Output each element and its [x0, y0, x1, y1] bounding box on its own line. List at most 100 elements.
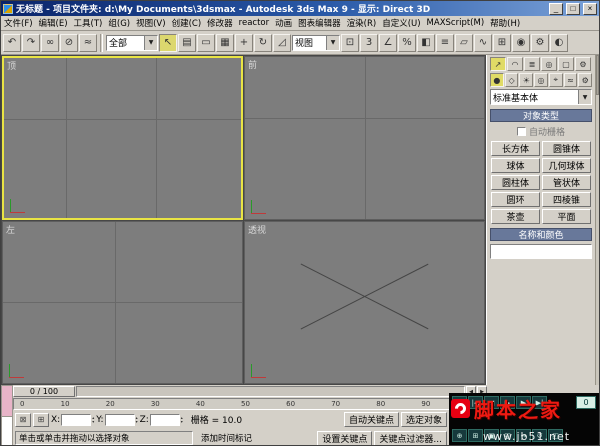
menu-item[interactable]: 文件(F) — [1, 17, 36, 29]
select-object-icon[interactable]: ↖ — [159, 33, 177, 52]
material-editor-icon[interactable]: ◉ — [512, 33, 530, 52]
autogrid-checkbox-row[interactable]: 自动栅格 — [490, 125, 592, 138]
zoom-button[interactable]: ⊕ — [452, 429, 467, 442]
time-slider-track[interactable] — [76, 386, 465, 397]
mirror-icon[interactable]: ◧ — [417, 33, 435, 52]
menu-item[interactable]: 自定义(U) — [379, 17, 423, 29]
category-systems[interactable]: ⚙ — [578, 73, 593, 87]
object-category-dropdown[interactable]: 标准基本体 ▼ — [490, 89, 592, 105]
category-shapes[interactable]: ◇ — [504, 73, 519, 87]
select-and-move-icon[interactable]: + — [235, 33, 253, 52]
object-type-button[interactable]: 几何球体 — [542, 158, 591, 173]
key-mode-toggle-button[interactable]: ◆ — [452, 396, 467, 409]
track-bar[interactable]: 0102030405060708090100 — [13, 398, 487, 410]
y-coordinate-field[interactable] — [104, 413, 135, 426]
viewport-label[interactable]: 左 — [6, 223, 15, 236]
dropdown-arrow-icon[interactable]: ▼ — [326, 35, 339, 50]
object-type-button[interactable]: 球体 — [491, 158, 540, 173]
tab-motion[interactable]: ◎ — [541, 57, 557, 71]
use-pivot-center-icon[interactable]: ⊡ — [341, 33, 359, 52]
window-crossing-icon[interactable]: ▦ — [216, 33, 234, 52]
category-cameras[interactable]: ◎ — [534, 73, 548, 87]
viewport-perspective[interactable]: 透视 — [244, 220, 485, 384]
panel-scrollbar-thumb[interactable] — [596, 55, 599, 95]
quick-render-icon[interactable]: ◐ — [550, 33, 568, 52]
time-slider[interactable]: 0 / 100 — [13, 386, 75, 397]
app-icon[interactable] — [3, 3, 13, 14]
object-type-button[interactable]: 平面 — [542, 209, 591, 224]
menu-item[interactable]: MAXScript(M) — [424, 18, 488, 28]
autogrid-checkbox[interactable] — [516, 127, 526, 136]
tab-create[interactable]: ↗ — [490, 57, 506, 71]
object-type-button[interactable]: 长方体 — [491, 141, 540, 156]
viewport-label[interactable]: 前 — [248, 58, 257, 71]
tab-display[interactable]: ▢ — [558, 57, 574, 71]
tab-hierarchy[interactable]: ≣ — [524, 57, 540, 71]
object-type-button[interactable]: 茶壶 — [491, 209, 540, 224]
go-to-end-button[interactable]: ▶| — [532, 396, 547, 409]
zoom-all-button[interactable]: ⊞ — [468, 429, 483, 442]
category-geometry[interactable]: ● — [490, 73, 504, 87]
selection-filter-dropdown[interactable]: 全部 ▼ — [106, 34, 158, 51]
select-by-name-icon[interactable]: ▤ — [178, 33, 196, 52]
previous-frame-button[interactable]: ◀ — [484, 396, 499, 409]
macro-recorder-pane[interactable] — [1, 385, 13, 417]
maximize-viewport-toggle[interactable]: ◰ — [548, 429, 563, 442]
layer-manager-icon[interactable]: ▱ — [455, 33, 473, 52]
menu-item[interactable]: 组(G) — [105, 17, 133, 29]
percent-snap-icon[interactable]: % — [398, 33, 416, 52]
viewport-label[interactable]: 顶 — [7, 59, 16, 72]
schematic-view-icon[interactable]: ⊞ — [493, 33, 511, 52]
current-frame-field[interactable]: 0 — [576, 396, 596, 409]
panel-scrollbar[interactable] — [595, 55, 599, 385]
maxscript-mini-listener[interactable] — [1, 385, 13, 445]
object-type-button[interactable]: 管状体 — [542, 175, 591, 190]
z-coordinate-field[interactable] — [149, 413, 180, 426]
z-spinner[interactable]: ▴ ▾ — [181, 415, 183, 424]
minimize-button[interactable]: _ — [549, 2, 563, 15]
viewport-label[interactable]: 透视 — [248, 223, 266, 236]
maximize-button[interactable]: □ — [566, 2, 580, 15]
next-frame-button[interactable]: ▶ — [516, 396, 531, 409]
dropdown-arrow-icon[interactable]: ▼ — [578, 90, 591, 104]
dropdown-arrow-icon[interactable]: ▼ — [144, 35, 157, 50]
zoom-extents-button[interactable]: ▣ — [484, 429, 499, 442]
rollout-name-color[interactable]: 名称和颜色 — [490, 228, 592, 241]
object-type-button[interactable]: 四棱锥 — [542, 192, 591, 207]
key-filters-button[interactable]: 关键点过滤器... — [374, 430, 447, 445]
category-lights[interactable]: ☀ — [519, 73, 534, 87]
zoom-extents-all-button[interactable]: ◱ — [500, 429, 515, 442]
play-button[interactable]: ▶ — [500, 396, 515, 409]
x-spinner[interactable]: ▴ ▾ — [92, 415, 94, 424]
select-and-link-icon[interactable]: ∞ — [41, 33, 59, 52]
x-coordinate-field[interactable] — [61, 413, 92, 426]
viewport-top[interactable]: 顶 — [2, 56, 243, 220]
curve-editor-icon[interactable]: ∿ — [474, 33, 492, 52]
menu-item[interactable]: 修改器 — [204, 17, 236, 29]
menu-item[interactable]: 动画 — [272, 17, 295, 29]
reference-coordsys-dropdown[interactable]: 视图 ▼ — [292, 34, 340, 51]
menu-item[interactable]: 渲染(R) — [344, 17, 380, 29]
menu-item[interactable]: 帮助(H) — [487, 17, 523, 29]
rectangular-selection-region-icon[interactable]: ▭ — [197, 33, 215, 52]
menu-item[interactable]: reactor — [236, 18, 272, 28]
align-icon[interactable]: ≡ — [436, 33, 454, 52]
menu-item[interactable]: 视图(V) — [133, 17, 168, 29]
selection-lock-toggle[interactable]: ⊠ — [15, 412, 31, 427]
arc-rotate-button[interactable]: ↺ — [532, 429, 547, 442]
go-to-start-button[interactable]: |◀ — [468, 396, 483, 409]
set-key-button[interactable]: 设置关键点 — [317, 430, 373, 445]
absolute-mode-toggle[interactable]: ⊞ — [33, 412, 49, 427]
close-button[interactable]: × — [583, 2, 597, 15]
menu-item[interactable]: 编辑(E) — [36, 17, 71, 29]
selection-set-dropdown[interactable]: 选定对象 — [400, 412, 447, 427]
snap-toggle-icon[interactable]: 3 — [360, 33, 378, 52]
tab-utilities[interactable]: ⚙ — [575, 57, 591, 71]
redo-icon[interactable]: ↷ — [22, 33, 40, 52]
y-spinner[interactable]: ▴ ▾ — [136, 415, 138, 424]
auto-key-button[interactable]: 自动关键点 — [343, 412, 399, 427]
viewport-left[interactable]: 左 — [2, 220, 243, 384]
pan-button[interactable]: ↔ — [516, 429, 531, 442]
select-and-rotate-icon[interactable]: ↻ — [254, 33, 272, 52]
object-type-button[interactable]: 圆柱体 — [491, 175, 540, 190]
